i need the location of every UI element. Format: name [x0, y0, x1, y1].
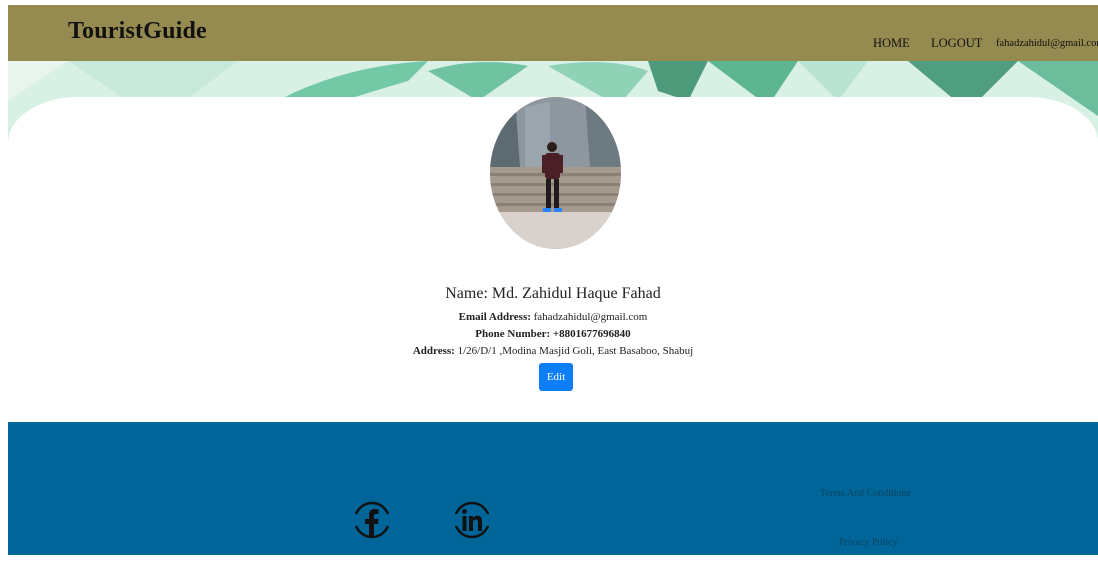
address-label: Address:	[412, 345, 455, 357]
privacy-link[interactable]: Privacy Policy	[839, 537, 898, 548]
facebook-icon[interactable]	[353, 500, 391, 540]
nav-home-link[interactable]: HOME	[873, 36, 910, 51]
profile-card: Name: Md. Zahidul Haque Fahad Email Addr…	[8, 97, 1098, 437]
nav-logout-link[interactable]: LOGOUT	[931, 36, 982, 51]
email-value: fahadzahidul@gmail.com	[533, 311, 648, 323]
profile-avatar	[490, 97, 621, 249]
nav-user-email[interactable]: fahadzahidul@gmail.com	[996, 38, 1098, 49]
address-value: 1/26/D/1 ,Modina Masjid Goli, East Basab…	[457, 345, 694, 357]
name-value: Md. Zahidul Haque Fahad	[491, 285, 661, 302]
page: TouristGuide HOME LOGOUT fahadzahidul@gm…	[8, 5, 1098, 555]
email-label: Email Address:	[458, 311, 531, 323]
phone-value: +8801677696840	[552, 328, 631, 340]
linkedin-icon[interactable]	[453, 500, 491, 540]
edit-button[interactable]: Edit	[539, 363, 573, 391]
profile-email: Email Address: fahadzahidul@gmail.com	[8, 311, 1098, 323]
navbar: TouristGuide HOME LOGOUT fahadzahidul@gm…	[8, 5, 1098, 61]
phone-label: Phone Number:	[475, 328, 551, 340]
profile-phone: Phone Number: +8801677696840	[8, 328, 1098, 340]
profile-name: Name: Md. Zahidul Haque Fahad	[8, 285, 1098, 303]
terms-link[interactable]: Terms And Conditions	[820, 488, 910, 499]
brand-logo[interactable]: TouristGuide	[68, 18, 207, 45]
profile-address: Address: 1/26/D/1 ,Modina Masjid Goli, E…	[8, 345, 1098, 357]
name-label: Name:	[445, 285, 488, 302]
footer: Terms And Conditions Privacy Policy	[8, 422, 1098, 555]
